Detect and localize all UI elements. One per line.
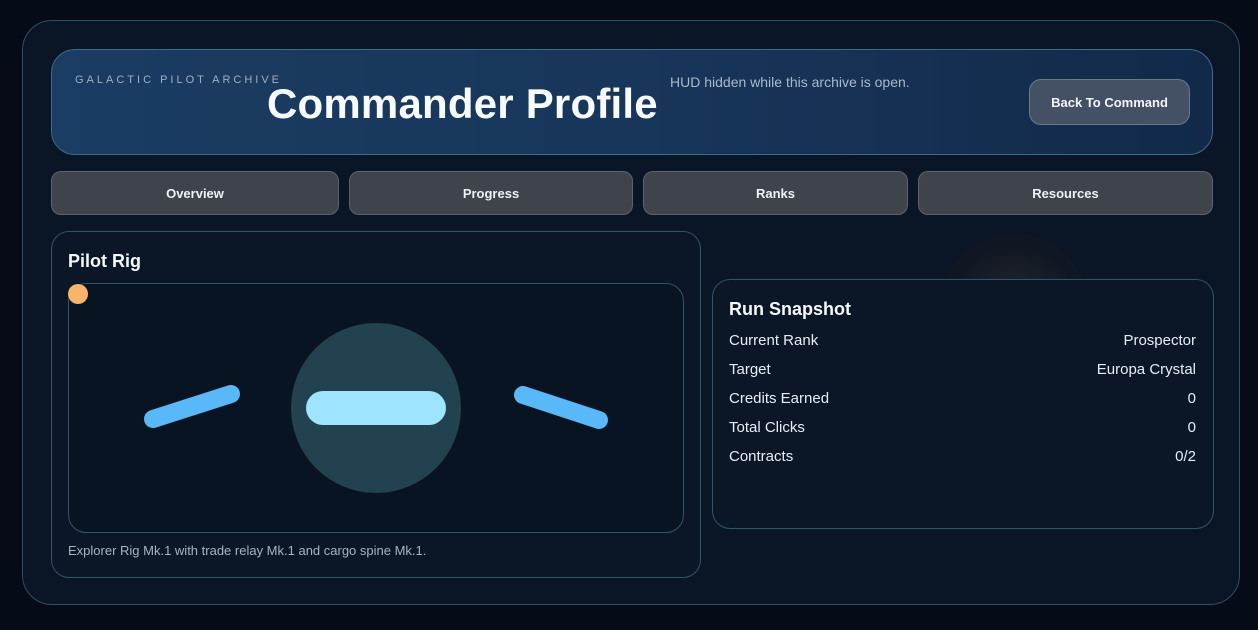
tab-overview[interactable]: Overview [51, 171, 339, 215]
rig-preview [68, 283, 684, 533]
snapshot-value: Prospector [1123, 332, 1196, 349]
snapshot-label: Current Rank [729, 332, 819, 349]
hud-hidden-note: HUD hidden while this archive is open. [670, 74, 910, 90]
snapshot-value: Europa Crystal [1096, 361, 1196, 378]
right-wing-icon [514, 386, 608, 429]
rig-illustration [144, 323, 608, 493]
profile-header: GALACTIC PILOT ARCHIVE Commander Profile… [51, 49, 1213, 155]
page-title: Commander Profile [267, 80, 658, 127]
pilot-rig-title: Pilot Rig [68, 251, 141, 271]
pilot-rig-panel: Pilot Rig Explorer Rig Mk.1 with trade r… [51, 231, 701, 578]
run-snapshot-panel: Run Snapshot Current Rank Prospector Tar… [712, 279, 1214, 529]
run-snapshot-title: Run Snapshot [729, 299, 851, 319]
snapshot-row-current-rank: Current Rank Prospector [729, 332, 1196, 349]
tab-ranks[interactable]: Ranks [643, 171, 908, 215]
back-to-command-button[interactable]: Back To Command [1029, 79, 1190, 125]
snapshot-value: 0 [1187, 390, 1196, 407]
commander-profile-window: GALACTIC PILOT ARCHIVE Commander Profile… [22, 20, 1240, 605]
tab-progress[interactable]: Progress [349, 171, 633, 215]
snapshot-label: Credits Earned [729, 390, 830, 407]
snapshot-row-target: Target Europa Crystal [729, 361, 1196, 378]
snapshot-label: Target [729, 361, 771, 378]
snapshot-row-contracts: Contracts 0/2 [729, 448, 1196, 465]
snapshot-value: 0/2 [1175, 448, 1196, 465]
snapshot-label: Total Clicks [729, 419, 805, 436]
status-dot-icon [68, 284, 88, 304]
snapshot-row-credits-earned: Credits Earned 0 [729, 390, 1196, 407]
cockpit-bar [306, 391, 446, 425]
tab-resources[interactable]: Resources [918, 171, 1213, 215]
archive-eyebrow: GALACTIC PILOT ARCHIVE [75, 74, 283, 86]
snapshot-value: 0 [1187, 419, 1196, 436]
snapshot-label: Contracts [729, 448, 794, 465]
snapshot-row-total-clicks: Total Clicks 0 [729, 419, 1196, 436]
rig-caption: Explorer Rig Mk.1 with trade relay Mk.1 … [68, 543, 427, 558]
left-wing-icon [144, 385, 240, 428]
